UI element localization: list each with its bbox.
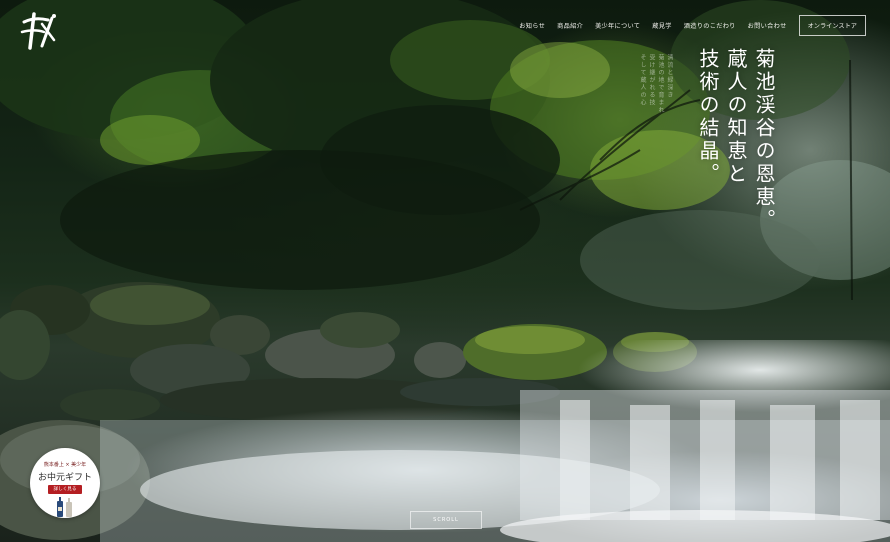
gift-collab-text: 熊本番上 × 美少年 — [43, 462, 87, 468]
hero-subtext: 清流と緑深き 菊池の地で育まれ 受け継がれる技 そして蔵人の心 — [639, 54, 673, 114]
brand-logo[interactable] — [18, 10, 58, 52]
hero-headline: 菊池渓谷の恩恵。 蔵人の知恵と 技術の結晶。 — [696, 48, 776, 232]
subtext-line-4: そして蔵人の心 — [639, 54, 646, 107]
sake-bottles-icon — [57, 497, 72, 517]
nav-item-contact[interactable]: お問い合わせ — [742, 21, 793, 30]
headline-line-3: 技術の結晶。 — [696, 48, 720, 186]
gift-details-button[interactable]: 詳しく見る — [48, 485, 82, 494]
scroll-indicator[interactable]: SCROLL — [410, 511, 482, 529]
headline-line-1: 菊池渓谷の恩恵。 — [752, 48, 776, 232]
gift-title: お中元ギフト — [37, 473, 92, 483]
subtext-line-3: 受け継がれる技 — [648, 54, 655, 107]
headline-line-2: 蔵人の知恵と — [724, 48, 748, 186]
main-nav: お知らせ 商品紹介 美少年について 蔵見学 酒造りのこだわり お問い合わせ オン… — [513, 15, 866, 36]
subtext-line-2: 菊池の地で育まれ — [657, 54, 664, 114]
gift-promo-badge[interactable]: 熊本番上 × 美少年 お中元ギフト 詳しく見る — [30, 448, 100, 518]
online-store-button[interactable]: オンラインストア — [798, 15, 866, 36]
nav-item-brewery-tour[interactable]: 蔵見学 — [646, 21, 677, 30]
hero-section: お知らせ 商品紹介 美少年について 蔵見学 酒造りのこだわり お問い合わせ オン… — [0, 0, 890, 542]
nav-item-craftsmanship[interactable]: 酒造りのこだわり — [678, 21, 742, 30]
nav-item-news[interactable]: お知らせ — [513, 21, 551, 30]
nav-item-about[interactable]: 美少年について — [589, 21, 646, 30]
nav-item-products[interactable]: 商品紹介 — [551, 21, 589, 30]
subtext-line-1: 清流と緑深き — [666, 54, 673, 99]
